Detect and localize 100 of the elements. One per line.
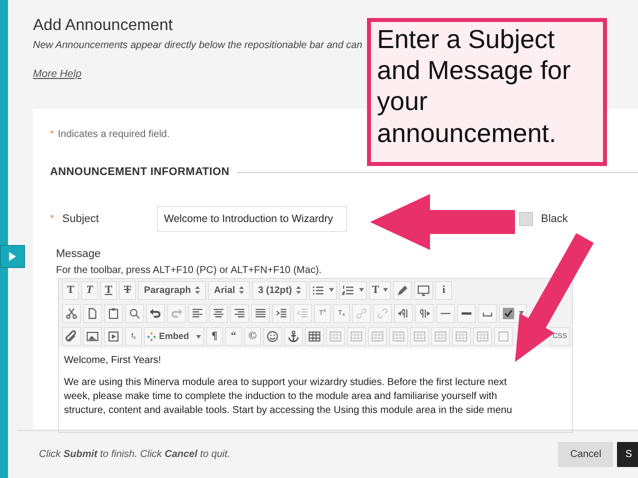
message-paragraph: Welcome, First Years! (64, 354, 162, 368)
copy-icon (86, 306, 99, 320)
unlink-icon (376, 306, 389, 320)
toolbar-button[interactable] (394, 304, 413, 323)
toolbar-button[interactable] (251, 304, 270, 323)
dropdown[interactable]: Arial (208, 280, 250, 300)
anchor-icon (287, 330, 300, 343)
format-button[interactable]: T (81, 280, 98, 300)
toolbar-button[interactable] (62, 304, 81, 323)
toolbar-button[interactable] (263, 326, 282, 346)
paperclip-icon (65, 330, 78, 343)
table-edit-icon (329, 330, 342, 343)
sort-arrows-icon (296, 286, 301, 294)
help-link[interactable]: More Help (33, 67, 82, 83)
required-note: Indicates a required field. (58, 128, 170, 142)
format-button[interactable]: “ (225, 326, 242, 346)
toolbar-button[interactable] (272, 304, 291, 323)
spellcheck-icon (502, 306, 515, 320)
format-button[interactable]: T (119, 280, 136, 300)
align-center-icon (212, 306, 225, 320)
format-button[interactable]: T (62, 280, 79, 300)
callout-note: Enter a Subject and Message for your announcement. (367, 18, 607, 166)
image-icon (86, 330, 99, 343)
table-icon (308, 330, 322, 343)
page-title: Add Announcement (33, 16, 174, 36)
right-to-left-icon (418, 306, 431, 320)
checkbox[interactable] (518, 212, 533, 226)
toolbar-button[interactable] (125, 304, 144, 323)
dropdown[interactable]: Paragraph (138, 280, 206, 300)
dropdown[interactable]: 3 (12pt) (252, 280, 307, 300)
paste-icon (107, 306, 120, 320)
footer-instructions: Click Submit to finish. Click Cancel to quit. (39, 448, 230, 462)
toolbar-button[interactable] (62, 326, 81, 346)
table-edit-icon (434, 330, 448, 343)
table-edit-icon (455, 330, 468, 343)
toolbar-button[interactable] (415, 304, 434, 323)
toolbar-button[interactable] (83, 304, 102, 323)
toolbar-button[interactable] (188, 304, 207, 323)
table-edit-icon (371, 330, 384, 343)
toolbar-button[interactable] (457, 304, 476, 323)
toolbar-button[interactable] (209, 304, 228, 323)
message-paragraph: We are using this Minerva module area to support your wizardry studies. Before the first lecture next week, please make time to complete the induction to the module area and familiarise yourself with structure, content and available tools. Start by accessing the Using this module area in the side menu (64, 376, 514, 418)
subject-field[interactable]: Welcome to Introduction to Wizardry (156, 206, 347, 232)
toolbar-button[interactable] (104, 304, 123, 323)
sort-arrows-icon (195, 286, 200, 294)
submit-button[interactable]: S (617, 442, 638, 467)
align-justify-icon (254, 306, 267, 320)
sort-arrows-icon (239, 286, 244, 294)
numbered-list-icon (342, 284, 355, 297)
scissors-icon (65, 306, 78, 320)
undo-icon (149, 306, 162, 320)
toolbar-button[interactable] (104, 326, 123, 346)
format-button[interactable]: i (435, 280, 452, 300)
toolbar-button[interactable] (478, 304, 497, 323)
outdent-icon (296, 306, 309, 320)
link-icon (355, 306, 368, 320)
cancel-button[interactable]: Cancel (558, 442, 614, 467)
table-edit-icon (392, 330, 406, 343)
field-label: Message (56, 247, 102, 262)
format-button[interactable]: T (368, 280, 392, 300)
media-icon (107, 330, 120, 343)
redo-icon (170, 306, 183, 320)
table-edit-icon (413, 330, 426, 343)
search-icon (128, 306, 141, 320)
page-description: New Announcements appear directly below the repositionable bar and can (33, 39, 362, 54)
toolbar-button[interactable] (436, 304, 455, 323)
table-edit-icon (476, 330, 490, 343)
toolbar-button[interactable] (146, 304, 165, 323)
toolbar-button[interactable] (308, 280, 337, 300)
table-edit-icon (350, 330, 364, 343)
triangle-icon (9, 252, 16, 261)
bullet-list-icon (312, 284, 325, 297)
section-heading: ANNOUNCEMENT INFORMATION (50, 164, 230, 180)
required-mark: * (50, 128, 54, 142)
field-label: Subject (62, 212, 99, 228)
square-icon (497, 330, 510, 343)
indent-icon (275, 306, 288, 320)
toolbar-button[interactable] (83, 326, 102, 346)
format-button[interactable]: ¶ (206, 326, 224, 346)
format-button[interactable]: T (100, 280, 117, 300)
toolbar-button[interactable] (499, 304, 527, 323)
sparkle-icon (147, 332, 156, 341)
embed-button[interactable]: Embed (144, 326, 204, 346)
toolbar-button[interactable] (393, 280, 412, 300)
side-panel-toggle[interactable] (0, 245, 25, 268)
align-right-icon (233, 306, 246, 320)
align-left-icon (191, 306, 204, 320)
toolbar-button[interactable] (305, 326, 324, 346)
format-button[interactable]: © (244, 326, 262, 346)
left-to-right-icon (397, 306, 410, 320)
toolbar-button[interactable] (414, 280, 434, 300)
checkbox-label: Black (540, 212, 568, 228)
smiley-icon (266, 330, 280, 343)
toolbar-button[interactable] (230, 304, 249, 323)
toolbar-button[interactable] (338, 280, 367, 300)
monitor-icon (417, 284, 430, 297)
required-mark: * (50, 212, 54, 228)
toolbar-button[interactable] (284, 326, 304, 346)
toolbar-hint: For the toolbar, press ALT+F10 (PC) or ALT+FN+F10 (Mac). (56, 264, 323, 278)
pencil-icon (396, 284, 410, 297)
